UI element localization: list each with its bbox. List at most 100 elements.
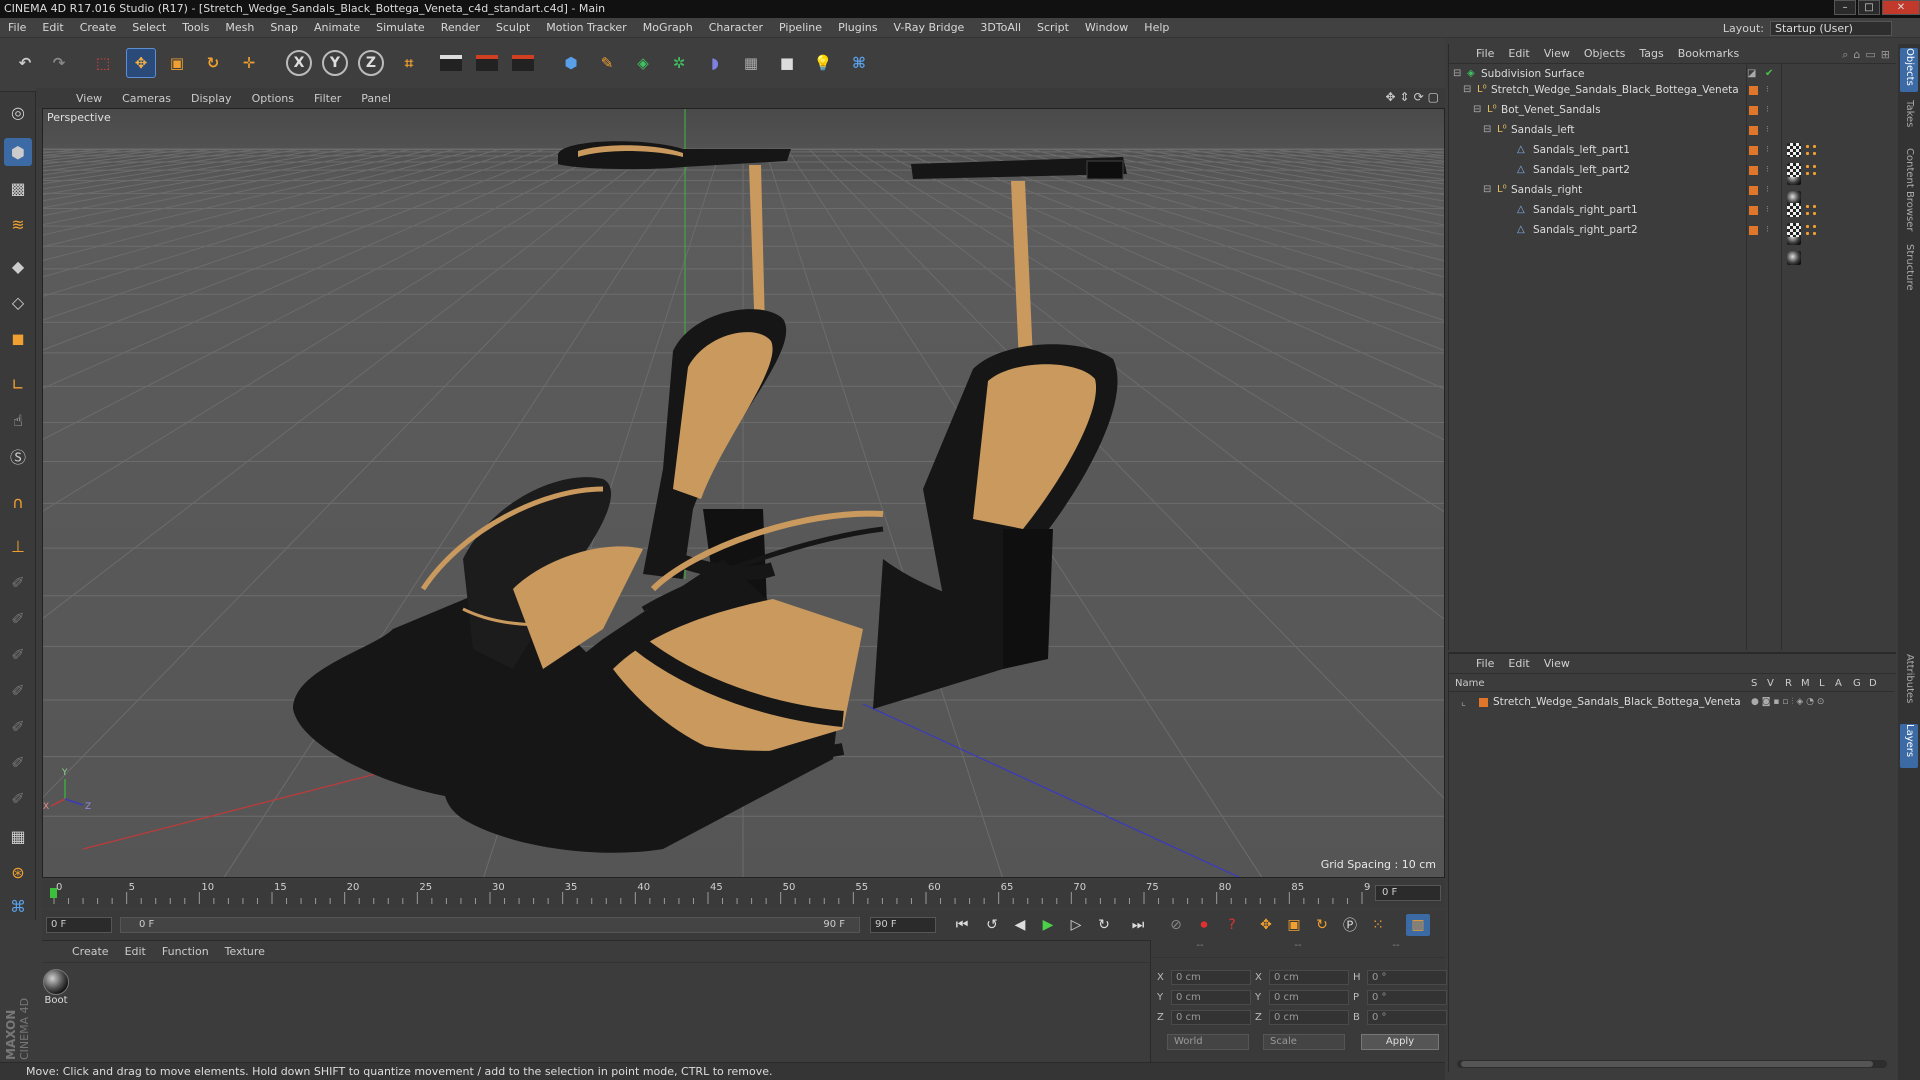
visibility-dots[interactable]: ⁝ xyxy=(1766,182,1769,198)
timeline-ruler[interactable]: 051015202530354045505560657075808590 0 F xyxy=(42,880,1445,908)
material-menu-create[interactable]: Create xyxy=(64,945,117,958)
om-menu-objects[interactable]: Objects xyxy=(1577,47,1633,60)
search-icon[interactable]: ⌕ xyxy=(1842,48,1848,62)
size-y-field[interactable]: 0 cm xyxy=(1269,990,1349,1005)
light-icon[interactable]: 💡 xyxy=(808,48,838,78)
orbit-icon[interactable]: ⟳ xyxy=(1414,90,1424,104)
close-window-button[interactable]: ✕ xyxy=(1882,0,1920,15)
pen-icon[interactable]: ✎ xyxy=(592,48,622,78)
size-z-field[interactable]: 0 cm xyxy=(1269,1010,1349,1025)
object-row[interactable]: ⊟ L⁰ Bot_Venet_Sandals ⁝ xyxy=(1449,102,1894,118)
expand-panel-icon[interactable]: ⊞ xyxy=(1881,48,1890,62)
pan-icon[interactable]: ✥ xyxy=(1385,90,1395,104)
om-menu-file[interactable]: File xyxy=(1469,47,1501,60)
tab-layers[interactable]: Layers xyxy=(1900,724,1918,768)
selection-tag-icon[interactable] xyxy=(1804,163,1818,177)
visibility-dots[interactable]: ⁝ xyxy=(1766,222,1769,238)
sculpt-brush-7-icon[interactable]: ✐ xyxy=(4,784,32,812)
texture-mode-icon[interactable]: ▩ xyxy=(4,174,32,202)
menu-help[interactable]: Help xyxy=(1136,18,1177,38)
tab-takes[interactable]: Takes xyxy=(1900,100,1918,140)
selection-tag-icon[interactable] xyxy=(1804,143,1818,157)
sculpt-brush-6-icon[interactable]: ✐ xyxy=(4,748,32,776)
layer-flag-icons[interactable]: ● ◙ ▪ ▫ ⫶ ◈ ◔ ⊙ xyxy=(1751,694,1824,710)
go-to-end-icon[interactable]: ⏭ xyxy=(1126,914,1150,936)
position-z-field[interactable]: 0 cm xyxy=(1171,1010,1251,1025)
layer-row[interactable]: ⌞ Stretch_Wedge_Sandals_Black_Bottega_Ve… xyxy=(1449,694,1894,710)
om-menu-view[interactable]: View xyxy=(1537,47,1577,60)
sculpt-brush-4-icon[interactable]: ✐ xyxy=(4,676,32,704)
next-frame-icon[interactable]: ▷ xyxy=(1064,914,1088,936)
object-row[interactable]: △ Sandals_right_part1 ⁝ xyxy=(1449,202,1894,245)
previous-frame-icon[interactable]: ◀ xyxy=(1008,914,1032,936)
selection-tag-icon[interactable] xyxy=(1804,203,1818,217)
key-rotation-icon[interactable]: ↻ xyxy=(1310,914,1334,936)
material-tag-icon[interactable] xyxy=(1787,251,1801,265)
play-forward-icon[interactable]: ▶ xyxy=(1036,914,1060,936)
end-frame-field[interactable]: 90 F xyxy=(870,917,936,933)
tab-structure[interactable]: Structure xyxy=(1900,244,1918,300)
menu-character[interactable]: Character xyxy=(701,18,771,38)
undo-icon[interactable]: ↶ xyxy=(10,48,40,78)
edit-check-icon[interactable]: ◪ xyxy=(1747,66,1756,82)
menu-window[interactable]: Window xyxy=(1077,18,1136,38)
make-editable-icon[interactable]: ◎ xyxy=(4,98,32,126)
viewport-menu-options[interactable]: Options xyxy=(242,92,304,105)
cube-icon[interactable]: ⬢ xyxy=(556,48,586,78)
material-swatch-boot[interactable]: Boot xyxy=(42,969,70,1006)
minimize-button[interactable]: – xyxy=(1834,0,1856,15)
menu-animate[interactable]: Animate xyxy=(306,18,368,38)
previous-key-icon[interactable]: ↺ xyxy=(980,914,1004,936)
key-position-icon[interactable]: ✥ xyxy=(1254,914,1278,936)
cloner-icon[interactable]: ✲ xyxy=(664,48,694,78)
lock-icon[interactable]: ▭ xyxy=(1865,48,1875,62)
tweak-mode-icon[interactable]: ☝ xyxy=(4,406,32,434)
layer-color-swatch[interactable] xyxy=(1749,146,1758,155)
grid-snap-icon[interactable]: ⊛ xyxy=(4,858,32,886)
sculpt-brush-1-icon[interactable]: ✐ xyxy=(4,568,32,596)
lm-menu-view[interactable]: View xyxy=(1537,657,1577,670)
axis-mode-icon[interactable]: ∟ xyxy=(4,370,32,398)
menu-plugins[interactable]: Plugins xyxy=(830,18,885,38)
python-icon[interactable]: ⌘ xyxy=(844,48,874,78)
transform-mode-dropdown[interactable]: Scale xyxy=(1263,1034,1345,1050)
layer-color-swatch[interactable] xyxy=(1749,206,1758,215)
visibility-dots[interactable]: ⁝ xyxy=(1766,202,1769,218)
transform-icon[interactable]: ✛ xyxy=(234,48,264,78)
home-icon[interactable]: ⌂ xyxy=(1853,48,1860,62)
model-mode-icon[interactable]: ⬢ xyxy=(4,138,32,166)
menu-simulate[interactable]: Simulate xyxy=(368,18,433,38)
position-y-field[interactable]: 0 cm xyxy=(1171,990,1251,1005)
viewport-menu-view[interactable]: View xyxy=(66,92,112,105)
size-x-field[interactable]: 0 cm xyxy=(1269,970,1349,985)
camera-icon[interactable]: ■ xyxy=(772,48,802,78)
menu-sculpt[interactable]: Sculpt xyxy=(488,18,538,38)
lm-menu-edit[interactable]: Edit xyxy=(1501,657,1536,670)
start-frame-field[interactable]: 0 F xyxy=(46,917,112,933)
menu-file[interactable]: File xyxy=(0,18,34,38)
menu-mograph[interactable]: MoGraph xyxy=(635,18,701,38)
maximize-button[interactable]: □ xyxy=(1858,0,1880,15)
viewport-menu-display[interactable]: Display xyxy=(181,92,242,105)
workplane-icon[interactable]: ≋ xyxy=(4,210,32,238)
subdivision-icon[interactable]: ◈ xyxy=(628,48,658,78)
go-to-start-icon[interactable]: ⏮ xyxy=(950,914,974,936)
layer-color-swatch[interactable] xyxy=(1749,166,1758,175)
visibility-dots[interactable]: ⁝ xyxy=(1766,82,1769,98)
layer-color-swatch[interactable] xyxy=(1479,698,1488,707)
menu-render[interactable]: Render xyxy=(433,18,488,38)
material-menu-edit[interactable]: Edit xyxy=(117,945,154,958)
visibility-dots[interactable]: ⁝ xyxy=(1766,102,1769,118)
menu-vray-bridge[interactable]: V-Ray Bridge xyxy=(885,18,972,38)
collapse-toggle-icon[interactable]: ⊟ xyxy=(1473,102,1481,118)
menu-3dtoall[interactable]: 3DToAll xyxy=(972,18,1029,38)
coordinate-mode-dropdown[interactable]: World xyxy=(1167,1034,1249,1050)
workplane-lock-icon[interactable]: ⊥ xyxy=(4,532,32,560)
tab-attributes[interactable]: Attributes xyxy=(1900,654,1918,716)
rotate-icon[interactable]: ↻ xyxy=(198,48,228,78)
object-row[interactable]: △ Sandals_right_part2 ⁝ xyxy=(1449,222,1894,265)
menu-create[interactable]: Create xyxy=(72,18,125,38)
render-settings-icon[interactable] xyxy=(508,48,538,78)
object-row[interactable]: △ Sandals_left_part1 ⁝ xyxy=(1449,142,1894,185)
menu-pipeline[interactable]: Pipeline xyxy=(771,18,830,38)
